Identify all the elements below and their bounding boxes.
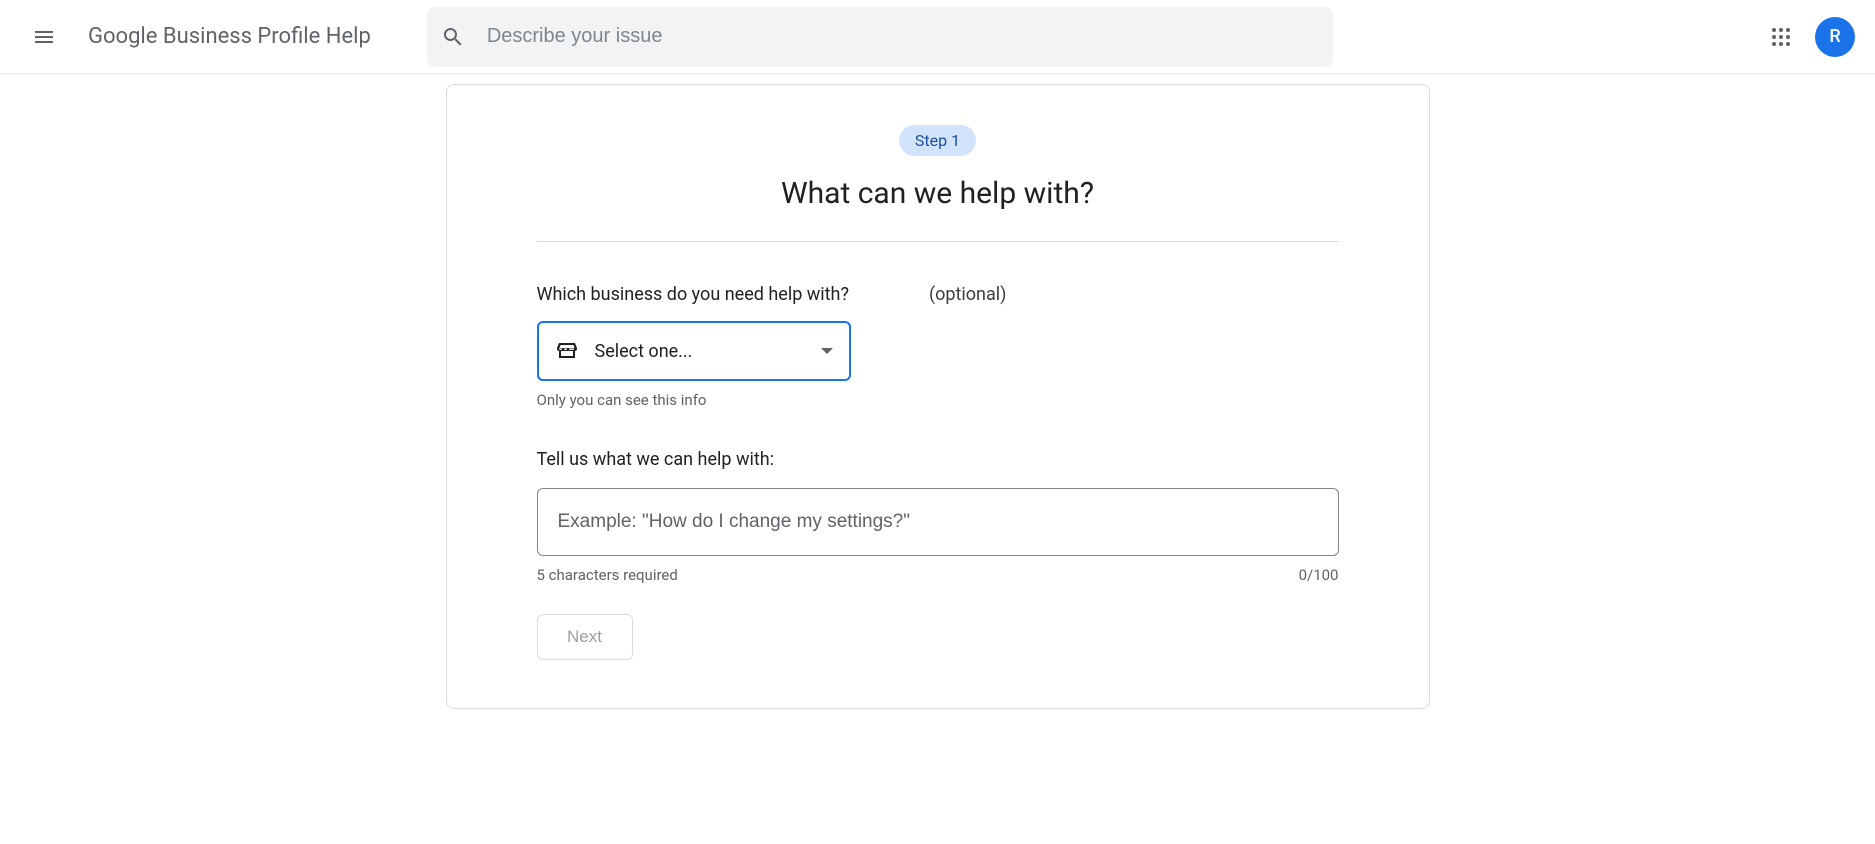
business-select[interactable]: Select one...: [537, 321, 851, 381]
page-title: Google Business Profile Help: [88, 24, 371, 49]
avatar-letter: R: [1829, 26, 1840, 47]
help-card: Step 1 What can we help with? Which busi…: [446, 84, 1430, 709]
header-right: R: [1761, 17, 1855, 57]
dropdown-icon: [821, 345, 833, 357]
issue-label: Tell us what we can help with:: [537, 449, 1339, 470]
header-bar: Google Business Profile Help R: [0, 0, 1875, 74]
business-label: Which business do you need help with?: [537, 284, 849, 305]
apps-icon: [1771, 27, 1791, 47]
business-label-row: Which business do you need help with? (o…: [537, 284, 1339, 305]
input-footer: 5 characters required 0/100: [537, 566, 1339, 584]
next-button[interactable]: Next: [537, 614, 633, 660]
search-icon: [441, 25, 465, 49]
hamburger-icon: [32, 25, 56, 49]
optional-label: (optional): [929, 284, 1006, 305]
divider: [537, 241, 1339, 242]
select-value: Select one...: [595, 341, 821, 362]
search-input[interactable]: [487, 25, 1319, 48]
step-badge: Step 1: [899, 125, 976, 156]
apps-button[interactable]: [1761, 17, 1801, 57]
card-title: What can we help with?: [537, 176, 1339, 211]
char-count: 0/100: [1299, 566, 1339, 584]
min-chars-hint: 5 characters required: [537, 566, 678, 584]
account-avatar[interactable]: R: [1815, 17, 1855, 57]
privacy-hint: Only you can see this info: [537, 391, 1339, 409]
search-box[interactable]: [427, 7, 1333, 67]
menu-button[interactable]: [20, 13, 68, 61]
issue-input[interactable]: [537, 488, 1339, 556]
storefront-icon: [555, 339, 579, 363]
